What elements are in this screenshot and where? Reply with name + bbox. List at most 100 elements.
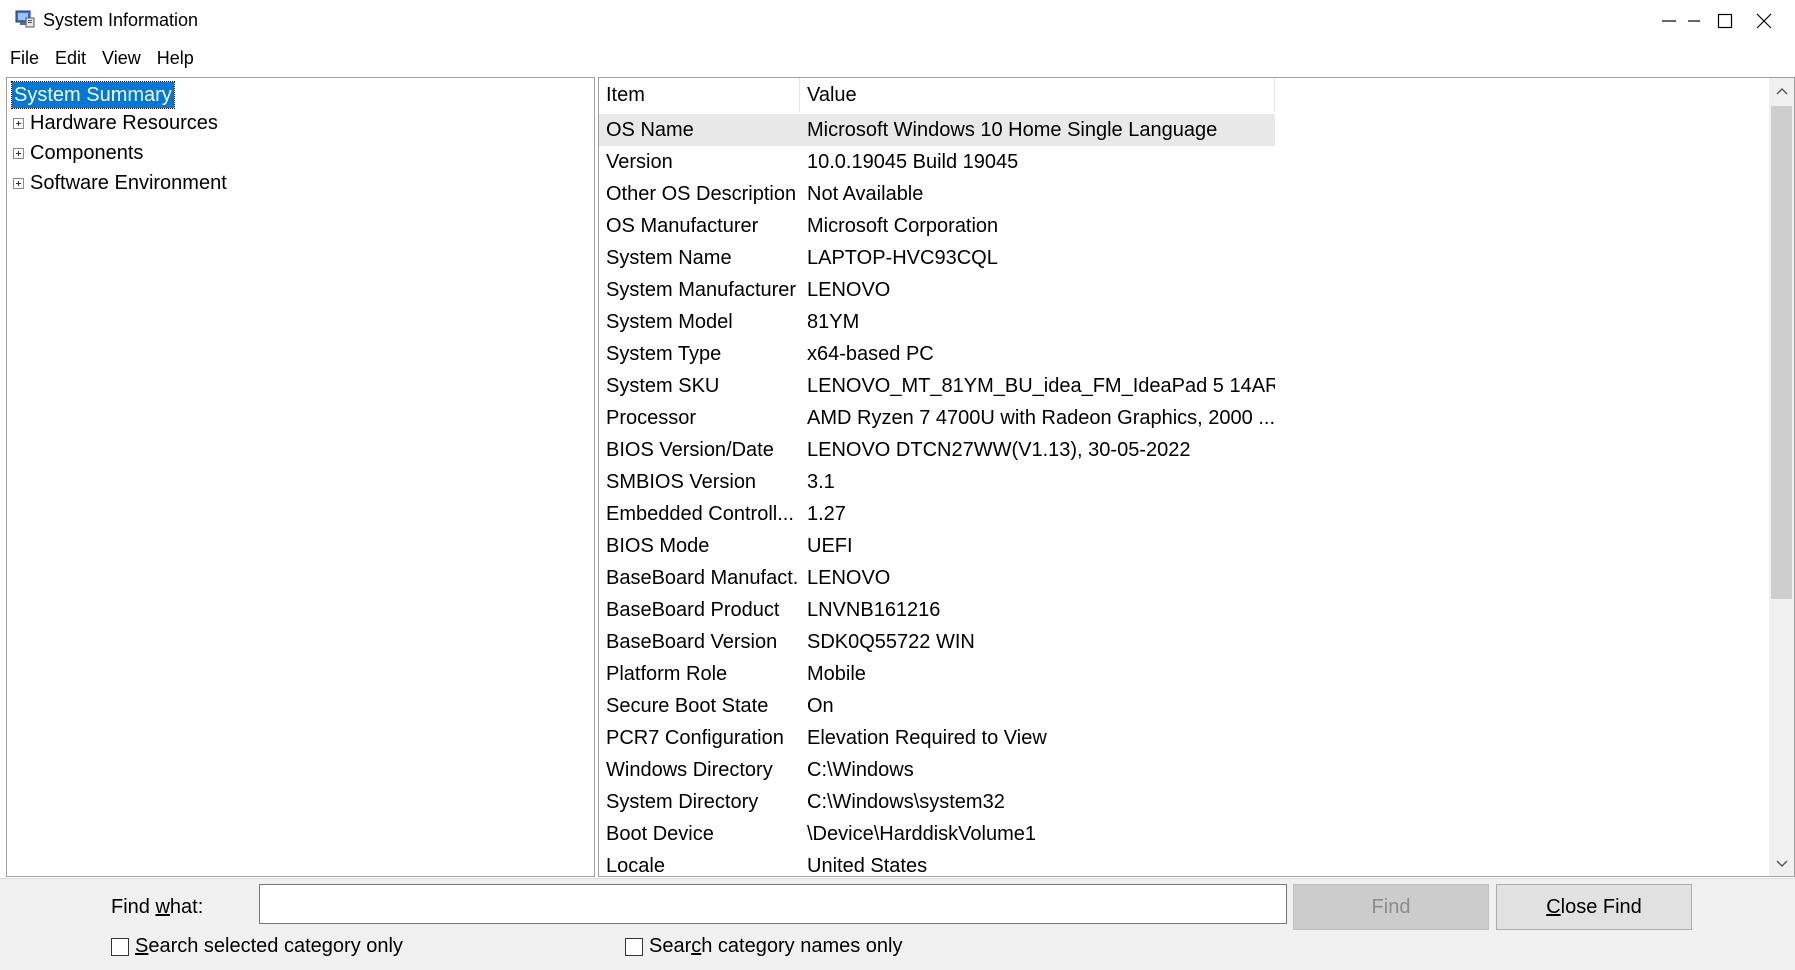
scroll-up-button[interactable] bbox=[1769, 78, 1794, 103]
find-bar: Find what: Find Close Find Search select… bbox=[0, 878, 1795, 970]
row-item-cell: System Model bbox=[606, 310, 733, 333]
table-row[interactable]: System Model 81YM bbox=[599, 306, 1275, 338]
row-value-cell: LNVNB161216 bbox=[807, 598, 941, 621]
title-bar: System Information bbox=[0, 0, 1795, 42]
table-row[interactable]: Windows Directory C:\Windows bbox=[599, 754, 1275, 786]
chevron-up-icon bbox=[1776, 87, 1787, 94]
table-row[interactable]: System Directory C:\Windows\system32 bbox=[599, 786, 1275, 818]
table-row[interactable]: Platform Role Mobile bbox=[599, 658, 1275, 690]
row-value-cell: Elevation Required to View bbox=[807, 726, 1047, 749]
checkbox-square[interactable] bbox=[625, 937, 643, 956]
table-row[interactable]: Processor AMD Ryzen 7 4700U with Radeon G… bbox=[599, 402, 1275, 434]
row-value-cell: Mobile bbox=[807, 662, 866, 685]
tree-item-hardware-resources[interactable]: Hardware Resources bbox=[13, 109, 218, 137]
row-value-cell: LENOVO bbox=[807, 566, 891, 589]
search-category-names-checkbox[interactable]: Search category names only bbox=[625, 935, 902, 958]
row-value-cell: 81YM bbox=[807, 310, 860, 333]
vertical-scrollbar[interactable] bbox=[1769, 78, 1794, 876]
column-header-value[interactable]: Value bbox=[800, 78, 1275, 112]
row-item-cell: PCR7 Configuration bbox=[606, 726, 784, 749]
table-row[interactable]: System Manufacturer LENOVO bbox=[599, 274, 1275, 306]
row-item-cell: Windows Directory bbox=[606, 758, 773, 781]
tree-item-label: Hardware Resources bbox=[30, 111, 218, 134]
tree-item-label: Components bbox=[30, 141, 144, 164]
row-value-cell: UEFI bbox=[807, 534, 853, 557]
checkbox-square[interactable] bbox=[111, 937, 129, 956]
row-item-cell: System Type bbox=[606, 342, 722, 365]
table-row[interactable]: BaseBoard Product LNVNB161216 bbox=[599, 594, 1275, 626]
menu-file[interactable]: File bbox=[0, 44, 45, 72]
table-row[interactable]: System Name LAPTOP-HVC93CQL bbox=[599, 242, 1275, 274]
category-tree[interactable]: System Summary Hardware Resources Compon… bbox=[6, 77, 595, 877]
system-information-window: System Information File Edit View Help S… bbox=[0, 0, 1795, 970]
table-row[interactable]: OS Manufacturer Microsoft Corporation bbox=[599, 210, 1275, 242]
row-value-cell: LAPTOP-HVC93CQL bbox=[807, 246, 998, 269]
expand-icon[interactable] bbox=[13, 177, 24, 189]
tree-item-label: Software Environment bbox=[30, 171, 227, 194]
search-selected-category-checkbox[interactable]: Search selected category only bbox=[111, 935, 403, 958]
row-value-cell: C:\Windows bbox=[807, 758, 914, 781]
scroll-down-button[interactable] bbox=[1769, 851, 1794, 876]
row-item-cell: Platform Role bbox=[606, 662, 728, 685]
row-item-cell: Other OS Description bbox=[606, 182, 797, 205]
list-header: Item Value bbox=[599, 78, 1275, 112]
row-value-cell: LENOVO bbox=[807, 278, 891, 301]
row-item-cell: System Directory bbox=[606, 790, 759, 813]
row-item-cell: SMBIOS Version bbox=[606, 470, 757, 493]
tree-item-system-summary[interactable]: System Summary bbox=[11, 81, 175, 109]
table-row[interactable]: System SKU LENOVO_MT_81YM_BU_idea_FM_Idea… bbox=[599, 370, 1275, 402]
find-input[interactable] bbox=[259, 884, 1287, 924]
find-button[interactable]: Find bbox=[1293, 884, 1489, 930]
table-row[interactable]: Version 10.0.19045 Build 19045 bbox=[599, 146, 1275, 178]
close-find-button[interactable]: Close Find bbox=[1496, 884, 1692, 930]
table-row[interactable]: Boot Device \Device\HarddiskVolume1 bbox=[599, 818, 1275, 850]
tree-item-software-environment[interactable]: Software Environment bbox=[13, 169, 227, 197]
menu-edit[interactable]: Edit bbox=[45, 44, 92, 72]
window-title: System Information bbox=[43, 10, 199, 30]
close-button[interactable] bbox=[1732, 0, 1795, 42]
find-what-label: Find what: bbox=[111, 896, 204, 918]
table-row[interactable]: BaseBoard Manufact... LENOVO bbox=[599, 562, 1275, 594]
row-item-cell: OS Name bbox=[606, 118, 694, 141]
row-item-cell: Secure Boot State bbox=[606, 694, 769, 717]
table-row[interactable]: BIOS Mode UEFI bbox=[599, 530, 1275, 562]
table-row[interactable]: BIOS Version/Date LENOVO DTCN27WW(V1.13),… bbox=[599, 434, 1275, 466]
table-row[interactable]: OS Name Microsoft Windows 10 Home Single … bbox=[599, 114, 1275, 146]
menu-help[interactable]: Help bbox=[147, 44, 200, 72]
table-row[interactable]: SMBIOS Version 3.1 bbox=[599, 466, 1275, 498]
expand-icon[interactable] bbox=[13, 117, 24, 129]
row-value-cell: Microsoft Corporation bbox=[807, 214, 999, 237]
row-item-cell: System SKU bbox=[606, 374, 720, 397]
row-value-cell: C:\Windows\system32 bbox=[807, 790, 1005, 813]
row-value-cell: AMD Ryzen 7 4700U with Radeon Graphics, … bbox=[807, 406, 1275, 429]
menu-view[interactable]: View bbox=[92, 44, 147, 72]
list-rows: OS Name Microsoft Windows 10 Home Single … bbox=[599, 114, 1275, 877]
table-row[interactable]: Other OS Description Not Available bbox=[599, 178, 1275, 210]
table-row[interactable]: Locale United States bbox=[599, 850, 1275, 877]
row-item-cell: BaseBoard Manufact... bbox=[606, 566, 800, 589]
row-value-cell: Not Available bbox=[807, 182, 924, 205]
checkbox-label: Search selected category only bbox=[135, 935, 403, 957]
row-value-cell: LENOVO_MT_81YM_BU_idea_FM_IdeaPad 5 14AR… bbox=[807, 374, 1275, 397]
table-row[interactable]: Embedded Controll... 1.27 bbox=[599, 498, 1275, 530]
row-value-cell: \Device\HarddiskVolume1 bbox=[807, 822, 1036, 845]
table-row[interactable]: Secure Boot State On bbox=[599, 690, 1275, 722]
row-item-cell: BaseBoard Version bbox=[606, 630, 778, 653]
row-value-cell: United States bbox=[807, 854, 928, 877]
scrollbar-thumb[interactable] bbox=[1771, 106, 1792, 599]
row-item-cell: BIOS Mode bbox=[606, 534, 710, 557]
details-list[interactable]: Item Value OS Name Microsoft Windows 10 H… bbox=[598, 77, 1795, 877]
row-value-cell: SDK0Q55722 WIN bbox=[807, 630, 975, 653]
column-header-item[interactable]: Item bbox=[599, 78, 800, 112]
expand-icon[interactable] bbox=[13, 147, 24, 159]
tree-item-components[interactable]: Components bbox=[13, 139, 143, 167]
row-item-cell: Processor bbox=[606, 406, 697, 429]
row-item-cell: System Name bbox=[606, 246, 732, 269]
table-row[interactable]: System Type x64-based PC bbox=[599, 338, 1275, 370]
table-row[interactable]: PCR7 Configuration Elevation Required to … bbox=[599, 722, 1275, 754]
close-icon bbox=[1756, 13, 1771, 29]
row-item-cell: BaseBoard Product bbox=[606, 598, 780, 621]
menu-bar: File Edit View Help bbox=[0, 44, 1795, 72]
row-item-cell: System Manufacturer bbox=[606, 278, 797, 301]
table-row[interactable]: BaseBoard Version SDK0Q55722 WIN bbox=[599, 626, 1275, 658]
